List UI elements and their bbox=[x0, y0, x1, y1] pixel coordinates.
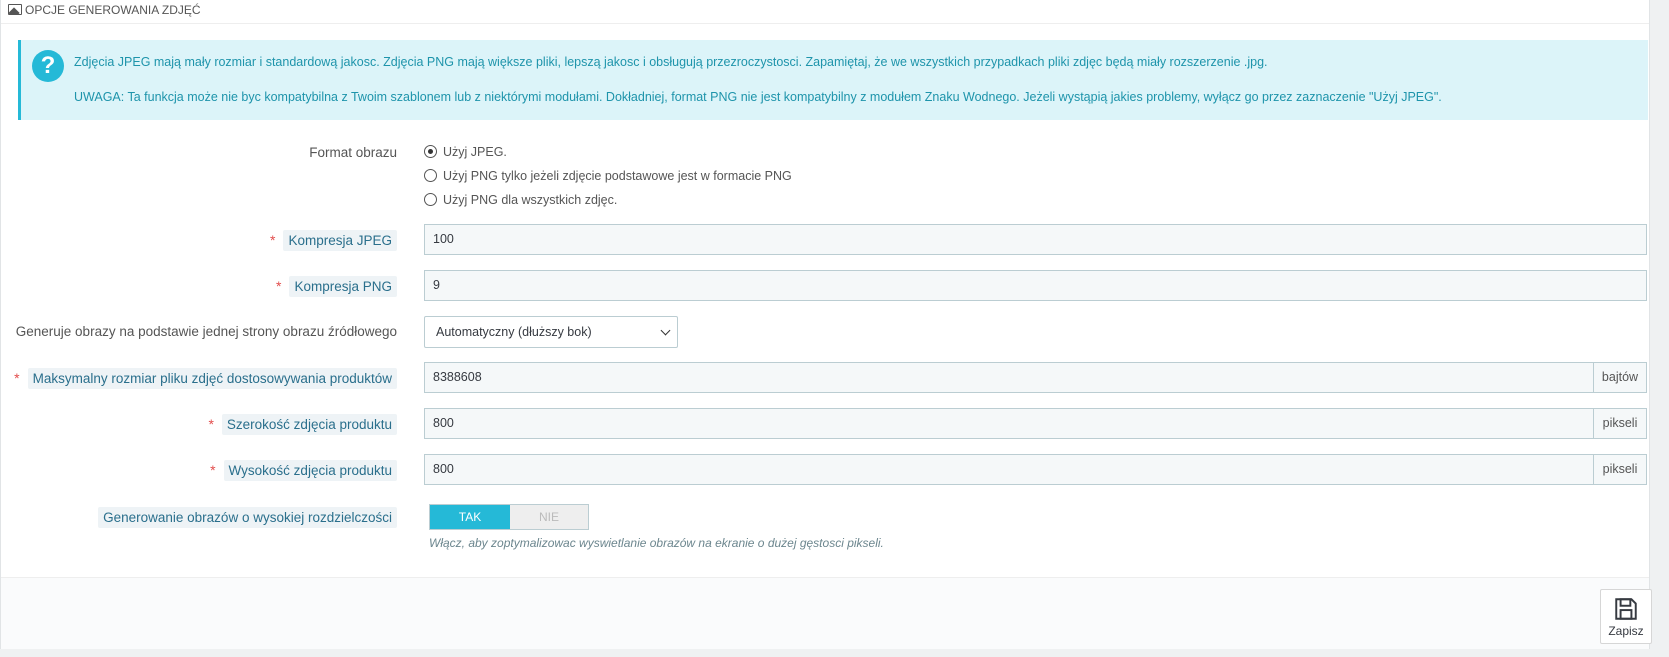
required-marker: * bbox=[14, 370, 20, 386]
panel-footer bbox=[1, 577, 1649, 649]
radio-png-if-source[interactable] bbox=[424, 169, 437, 182]
max-file-size-unit: bajtów bbox=[1594, 362, 1647, 393]
format-option-png-if-source[interactable]: Użyj PNG tylko jeżeli zdjęcie podstawowe… bbox=[424, 169, 792, 183]
png-compression-label: * Kompresja PNG bbox=[276, 276, 397, 297]
high-dpi-label-text: Generowanie obrazów o wysokiej rozdzielc… bbox=[98, 507, 397, 528]
max-file-size-label: * Maksymalny rozmiar pliku zdjęć dostosow… bbox=[14, 368, 397, 389]
max-file-size-label-text: Maksymalny rozmiar pliku zdjęć dostosowy… bbox=[27, 368, 397, 389]
save-button-label: Zapisz bbox=[1608, 624, 1644, 638]
product-width-input[interactable]: 800 bbox=[424, 408, 1594, 439]
radio-jpeg[interactable] bbox=[424, 145, 437, 158]
high-dpi-help: Włącz, aby zoptymalizowac wyswietlanie o… bbox=[429, 536, 884, 550]
product-width-label-text: Szerokość zdjęcia produktu bbox=[221, 414, 397, 435]
radio-png-all[interactable] bbox=[424, 193, 437, 206]
alert-text-1: Zdjęcia JPEG mają mały rozmiar i standar… bbox=[74, 55, 1268, 69]
chevron-down-icon bbox=[660, 325, 671, 336]
question-circle-icon: ? bbox=[32, 50, 64, 82]
max-file-size-input[interactable]: 8388608 bbox=[424, 362, 1594, 393]
source-side-select[interactable]: Automatyczny (dłuższy bok) bbox=[424, 316, 678, 348]
source-side-label-text: Generuje obrazy na podstawie jednej stro… bbox=[15, 324, 397, 339]
format-label: Format obrazu bbox=[309, 145, 397, 160]
source-side-selected: Automatyczny (dłuższy bok) bbox=[436, 325, 592, 339]
high-dpi-switch[interactable]: TAK NIE bbox=[429, 504, 589, 530]
png-compression-label-text: Kompresja PNG bbox=[289, 276, 397, 297]
product-height-label: * Wysokość zdjęcia produktu bbox=[210, 460, 397, 481]
product-width-label: * Szerokość zdjęcia produktu bbox=[208, 414, 397, 435]
required-marker: * bbox=[270, 232, 276, 248]
product-height-unit: pikseli bbox=[1594, 454, 1647, 485]
radio-png-all-label: Użyj PNG dla wszystkich zdjęc. bbox=[443, 193, 618, 207]
product-width-unit: pikseli bbox=[1594, 408, 1647, 439]
format-label-text: Format obrazu bbox=[309, 145, 397, 160]
jpeg-compression-input[interactable]: 100 bbox=[424, 224, 1647, 255]
panel-heading: OPCJE GENEROWANIA ZDJĘĆ bbox=[1, 0, 1649, 24]
png-compression-input[interactable]: 9 bbox=[424, 270, 1647, 301]
format-option-jpeg[interactable]: Użyj JPEG. bbox=[424, 145, 507, 159]
jpeg-compression-label-text: Kompresja JPEG bbox=[283, 230, 397, 251]
info-alert: ? Zdjęcia JPEG mają mały rozmiar i stand… bbox=[18, 40, 1648, 120]
radio-jpeg-label: Użyj JPEG. bbox=[443, 145, 507, 159]
product-height-input[interactable]: 800 bbox=[424, 454, 1594, 485]
required-marker: * bbox=[208, 416, 214, 432]
alert-text-2: UWAGA: Ta funkcja może nie byc kompatybi… bbox=[74, 90, 1442, 104]
image-generation-options-panel: OPCJE GENEROWANIA ZDJĘĆ ? Zdjęcia JPEG m… bbox=[0, 0, 1652, 649]
high-dpi-label: Generowanie obrazów o wysokiej rozdzielc… bbox=[98, 507, 397, 528]
panel-title: OPCJE GENEROWANIA ZDJĘĆ bbox=[25, 3, 201, 17]
jpeg-compression-label: * Kompresja JPEG bbox=[270, 230, 397, 251]
image-icon bbox=[8, 4, 22, 15]
required-marker: * bbox=[210, 462, 216, 478]
high-dpi-no[interactable]: NIE bbox=[510, 505, 588, 529]
source-side-label: Generuje obrazy na podstawie jednej stro… bbox=[16, 324, 397, 339]
radio-png-if-source-label: Użyj PNG tylko jeżeli zdjęcie podstawowe… bbox=[443, 169, 792, 183]
required-marker: * bbox=[276, 278, 282, 294]
floppy-disk-icon bbox=[1615, 598, 1637, 620]
format-option-png-all[interactable]: Użyj PNG dla wszystkich zdjęc. bbox=[424, 193, 617, 207]
save-button[interactable]: Zapisz bbox=[1600, 589, 1652, 644]
product-height-label-text: Wysokość zdjęcia produktu bbox=[223, 460, 397, 481]
high-dpi-yes[interactable]: TAK bbox=[430, 505, 510, 529]
